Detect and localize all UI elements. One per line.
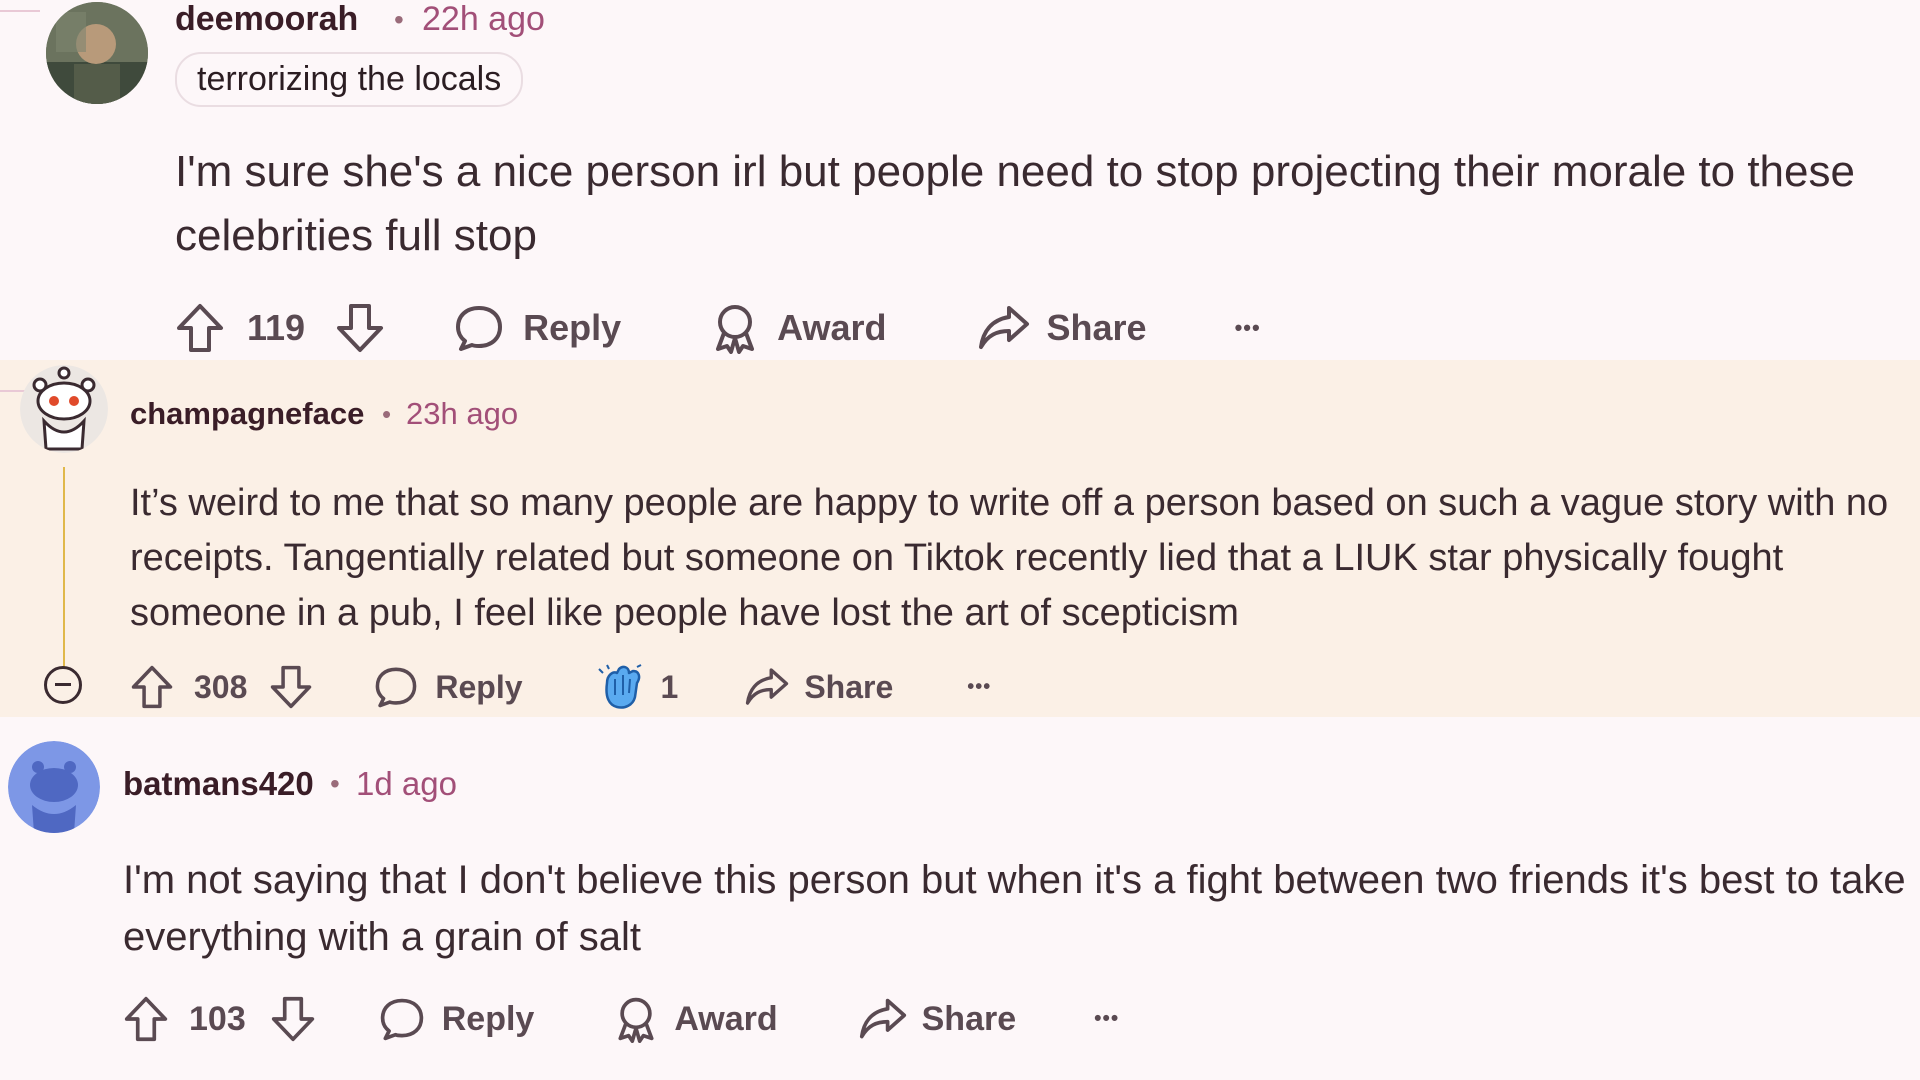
reply-label: Reply bbox=[435, 668, 523, 705]
award-button[interactable]: Award bbox=[709, 302, 887, 354]
more-options-button[interactable]: ••• bbox=[967, 676, 991, 699]
more-options-button[interactable]: ••• bbox=[1235, 315, 1261, 341]
separator-dot: • bbox=[382, 399, 392, 429]
share-icon bbox=[978, 306, 1029, 349]
reply-icon bbox=[376, 667, 417, 708]
username[interactable]: champagneface bbox=[130, 396, 364, 432]
avatar[interactable] bbox=[8, 741, 100, 833]
avatar[interactable] bbox=[46, 2, 148, 104]
downvote-icon bbox=[271, 996, 314, 1042]
thread-connector bbox=[0, 10, 40, 12]
username[interactable]: batmans420 bbox=[123, 765, 314, 803]
timestamp[interactable]: 1d ago bbox=[356, 765, 457, 803]
downvote-icon bbox=[271, 665, 312, 709]
share-button[interactable]: Share bbox=[858, 995, 1017, 1043]
timestamp[interactable]: 22h ago bbox=[422, 0, 545, 39]
downvote-button[interactable] bbox=[270, 995, 316, 1043]
comment-body: I'm sure she's a nice person irl but peo… bbox=[175, 147, 1855, 260]
separator-dot: • bbox=[394, 4, 404, 35]
reply-label: Reply bbox=[523, 307, 622, 348]
downvote-button[interactable] bbox=[269, 664, 313, 710]
share-label: Share bbox=[1046, 307, 1147, 348]
downvote-button[interactable] bbox=[335, 302, 385, 354]
collapse-thread-button[interactable] bbox=[44, 666, 82, 704]
award-count: 1 bbox=[660, 668, 679, 705]
upvote-icon bbox=[177, 304, 223, 352]
vote-count: 103 bbox=[189, 999, 246, 1038]
snoo-avatar-icon bbox=[8, 741, 100, 833]
more-options-button[interactable]: ••• bbox=[1094, 1007, 1119, 1031]
more-options-icon: ••• bbox=[967, 675, 992, 698]
award-label: Award bbox=[777, 307, 887, 348]
snoo-avatar-icon bbox=[20, 365, 108, 453]
share-label: Share bbox=[921, 999, 1017, 1038]
comment-deemoorah: deemoorah • 22h ago terrorizing the loca… bbox=[0, 0, 1920, 360]
comment-actions: 308 Reply 1 Share ••• bbox=[130, 657, 991, 717]
reply-button[interactable]: Reply bbox=[453, 302, 621, 354]
award-label: Award bbox=[674, 999, 778, 1038]
vote-count: 308 bbox=[194, 668, 248, 705]
upvote-icon bbox=[124, 996, 168, 1042]
share-button[interactable]: Share bbox=[744, 665, 893, 709]
reply-label: Reply bbox=[441, 999, 535, 1038]
reply-icon bbox=[380, 998, 423, 1041]
upvote-button[interactable] bbox=[130, 664, 174, 710]
reply-button[interactable]: Reply bbox=[378, 995, 535, 1043]
more-options-icon: ••• bbox=[1234, 315, 1261, 340]
reply-button[interactable]: Reply bbox=[373, 664, 523, 710]
share-icon bbox=[746, 668, 789, 705]
downvote-icon bbox=[337, 304, 384, 352]
more-options-icon: ••• bbox=[1094, 1007, 1120, 1030]
user-flair: terrorizing the locals bbox=[175, 52, 524, 107]
award-button[interactable]: 1 bbox=[597, 663, 679, 711]
award-button[interactable]: Award bbox=[612, 995, 778, 1043]
share-label: Share bbox=[804, 668, 894, 705]
comment-thread: deemoorah • 22h ago terrorizing the loca… bbox=[0, 0, 1920, 1080]
comment-champagneface: champagneface • 23h ago It’s weird to me… bbox=[0, 360, 1920, 717]
clapping-hands-award-icon bbox=[597, 664, 641, 709]
comment-body: I'm not saying that I don't believe this… bbox=[123, 858, 1906, 959]
upvote-icon bbox=[131, 665, 173, 709]
separator-dot: • bbox=[330, 768, 340, 799]
username[interactable]: deemoorah bbox=[175, 0, 358, 39]
comment-body: It’s weird to me that so many people are… bbox=[130, 482, 1889, 634]
comment-actions: 119 Reply Award Share ••• bbox=[175, 298, 1261, 358]
reply-icon bbox=[456, 306, 503, 351]
timestamp[interactable]: 23h ago bbox=[406, 396, 518, 432]
avatar[interactable] bbox=[20, 365, 108, 453]
vote-count: 119 bbox=[247, 307, 306, 348]
share-icon bbox=[859, 998, 906, 1039]
share-button[interactable]: Share bbox=[977, 302, 1147, 354]
upvote-button[interactable] bbox=[175, 302, 225, 354]
upvote-button[interactable] bbox=[123, 995, 169, 1043]
award-icon bbox=[716, 305, 755, 354]
comment-batmans420: batmans420 • 1d ago I'm not saying that … bbox=[0, 717, 1920, 1080]
award-icon bbox=[618, 997, 654, 1043]
comment-actions: 103 Reply Award Share ••• bbox=[123, 989, 1119, 1049]
thread-line bbox=[63, 467, 65, 667]
